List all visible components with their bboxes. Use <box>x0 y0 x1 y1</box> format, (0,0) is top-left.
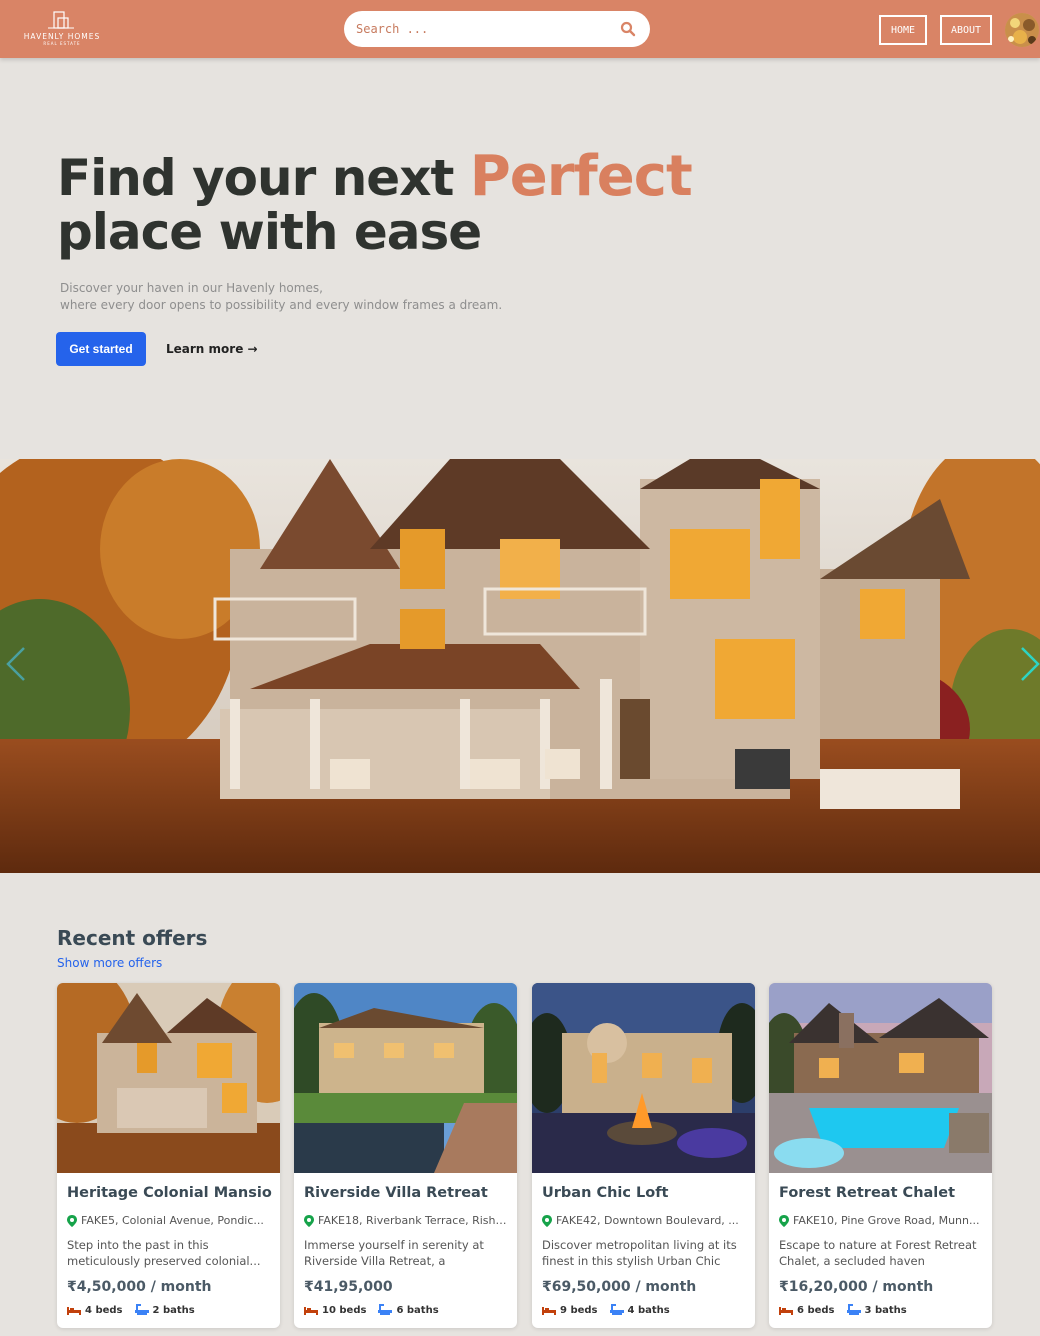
hero-title-part1: Find your next <box>57 149 470 207</box>
offer-address: FAKE18, Riverbank Terrace, Rishi... <box>304 1214 509 1227</box>
bath-icon <box>378 1304 393 1315</box>
offer-meta: 9 beds 4 baths <box>542 1304 670 1316</box>
bath-icon <box>134 1304 149 1315</box>
learn-more-link[interactable]: Learn more → <box>166 342 258 356</box>
offer-price: ₹16,20,000 / month <box>779 1279 934 1295</box>
offer-description: Discover metropolitan living at its fine… <box>542 1238 737 1268</box>
offer-title[interactable]: Riverside Villa Retreat <box>304 1185 509 1201</box>
avatar-image <box>1005 13 1039 47</box>
offer-title[interactable]: Forest Retreat Chalet <box>779 1185 984 1201</box>
hero-desc-line2: where every door opens to possibility an… <box>60 298 503 312</box>
offer-meta: 6 beds 3 baths <box>779 1304 907 1316</box>
offer-card[interactable]: Heritage Colonial Mansion FAKE5, Colonia… <box>57 983 280 1328</box>
offer-address: FAKE42, Downtown Boulevard, ... <box>542 1214 747 1227</box>
nav-about-button[interactable]: ABOUT <box>940 15 992 45</box>
offer-card[interactable]: Forest Retreat Chalet FAKE10, Pine Grove… <box>769 983 992 1328</box>
bed-icon <box>304 1307 318 1315</box>
baths-info: 2 baths <box>134 1304 195 1316</box>
logo-text: HAVENLY HOMES <box>23 32 101 41</box>
offer-price: ₹4,50,000 / month <box>67 1279 212 1295</box>
offer-title[interactable]: Heritage Colonial Mansion <box>67 1185 272 1201</box>
hero-desc-line1: Discover your haven in our Havenly homes… <box>60 281 323 295</box>
location-pin-icon <box>542 1214 552 1227</box>
bed-icon <box>542 1307 556 1315</box>
baths-count: 2 baths <box>152 1304 195 1316</box>
offer-card-image <box>532 983 755 1173</box>
baths-count: 6 baths <box>396 1304 439 1316</box>
house-logo-icon <box>48 11 74 29</box>
baths-info: 4 baths <box>609 1304 670 1316</box>
search-icon[interactable] <box>620 21 636 37</box>
offer-description: Escape to nature at Forest Retreat Chale… <box>779 1238 977 1268</box>
carousel-next-icon[interactable] <box>1018 644 1040 684</box>
location-pin-icon <box>779 1214 789 1227</box>
nav-home-button[interactable]: HOME <box>879 15 927 45</box>
offer-card-image <box>294 983 517 1173</box>
baths-count: 3 baths <box>864 1304 907 1316</box>
beds-info: 10 beds <box>304 1304 366 1316</box>
offer-price: ₹41,95,000 <box>304 1279 393 1295</box>
logo-subtext: REAL ESTATE <box>43 41 81 46</box>
carousel-prev-icon[interactable] <box>4 644 28 684</box>
beds-info: 9 beds <box>542 1304 598 1316</box>
beds-info: 6 beds <box>779 1304 835 1316</box>
beds-count: 10 beds <box>322 1304 367 1316</box>
offer-address: FAKE5, Colonial Avenue, Pondic... <box>67 1214 272 1227</box>
hero-description: Discover your haven in our Havenly homes… <box>60 280 560 314</box>
avatar[interactable] <box>1005 13 1039 47</box>
offer-address-text: FAKE18, Riverbank Terrace, Rishi... <box>318 1214 509 1227</box>
hero-title-accent: Perfect <box>469 144 693 209</box>
beds-count: 6 beds <box>797 1304 835 1316</box>
search-bar <box>344 11 650 47</box>
search-input[interactable] <box>356 19 606 39</box>
offer-address-text: FAKE42, Downtown Boulevard, ... <box>556 1214 739 1227</box>
offer-card-image <box>57 983 280 1173</box>
baths-info: 3 baths <box>846 1304 907 1316</box>
bath-icon <box>609 1304 624 1315</box>
location-pin-icon <box>304 1214 314 1227</box>
offer-description: Immerse yourself in serenity at Riversid… <box>304 1238 484 1268</box>
offer-card[interactable]: Urban Chic Loft FAKE42, Downtown Bouleva… <box>532 983 755 1328</box>
bath-icon <box>846 1304 861 1315</box>
hero-title: Find your next Perfect place with ease <box>57 149 757 261</box>
hero-banner-image <box>0 459 1040 873</box>
baths-count: 4 baths <box>627 1304 670 1316</box>
recent-offers-title: Recent offers <box>57 926 208 950</box>
site-header: HAVENLY HOMES REAL ESTATE HOME ABOUT <box>0 0 1040 58</box>
offer-address: FAKE10, Pine Grove Road, Munn... <box>779 1214 984 1227</box>
get-started-button[interactable]: Get started <box>56 332 146 366</box>
offer-meta: 10 beds 6 baths <box>304 1304 439 1316</box>
hero-title-part2: place with ease <box>57 203 482 261</box>
logo[interactable]: HAVENLY HOMES REAL ESTATE <box>22 10 102 48</box>
offer-card-image <box>769 983 992 1173</box>
offer-card[interactable]: Riverside Villa Retreat FAKE18, Riverban… <box>294 983 517 1328</box>
offer-title[interactable]: Urban Chic Loft <box>542 1185 747 1201</box>
show-more-offers-link[interactable]: Show more offers <box>57 956 162 970</box>
baths-info: 6 baths <box>378 1304 439 1316</box>
offer-meta: 4 beds 2 baths <box>67 1304 195 1316</box>
offer-address-text: FAKE5, Colonial Avenue, Pondic... <box>81 1214 264 1227</box>
beds-count: 9 beds <box>560 1304 598 1316</box>
bed-icon <box>779 1307 793 1315</box>
offer-address-text: FAKE10, Pine Grove Road, Munn... <box>793 1214 980 1227</box>
bed-icon <box>67 1307 81 1315</box>
offer-price: ₹69,50,000 / month <box>542 1279 697 1295</box>
house-photo <box>0 459 1040 873</box>
beds-info: 4 beds <box>67 1304 123 1316</box>
location-pin-icon <box>67 1214 77 1227</box>
offer-description: Step into the past in this meticulously … <box>67 1238 261 1268</box>
beds-count: 4 beds <box>85 1304 123 1316</box>
